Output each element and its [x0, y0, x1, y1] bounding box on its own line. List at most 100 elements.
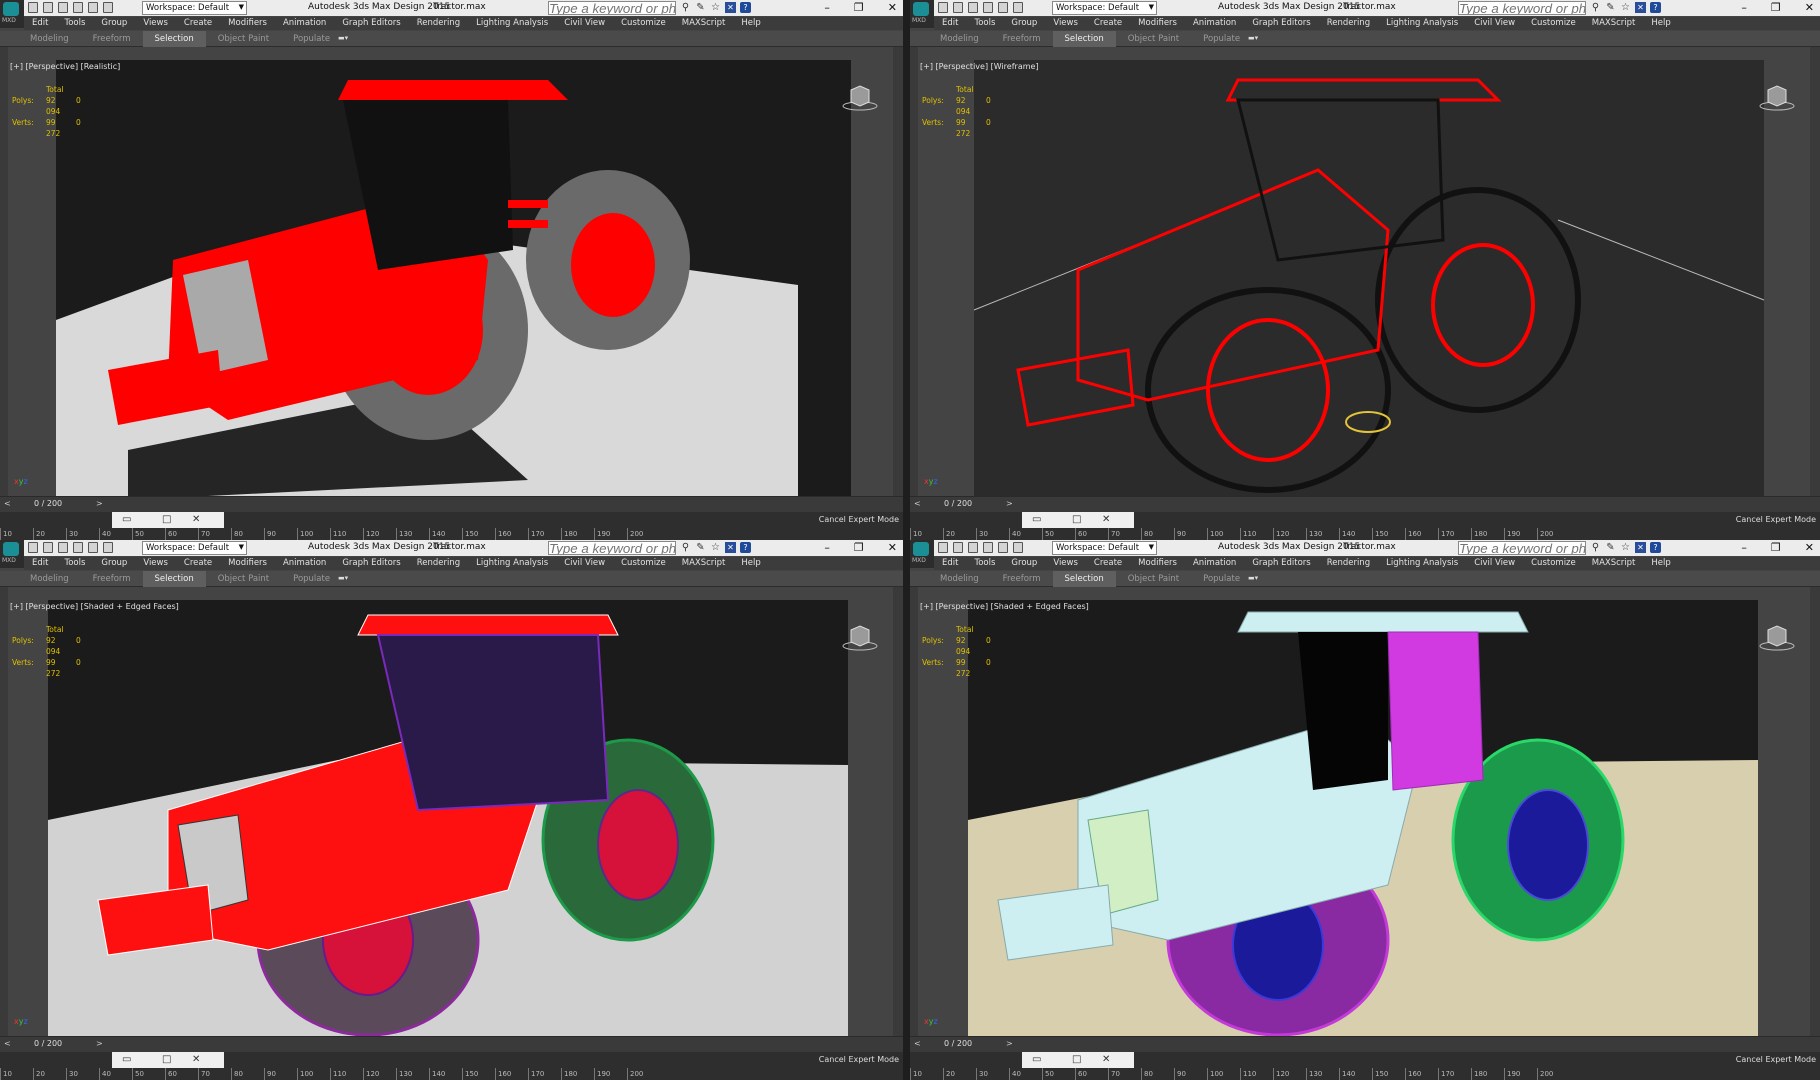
- menu-rendering[interactable]: Rendering: [1327, 557, 1370, 570]
- menu-animation[interactable]: Animation: [1193, 557, 1236, 570]
- tab-object-paint[interactable]: Object Paint: [1116, 571, 1191, 587]
- menu-create[interactable]: Create: [184, 17, 212, 30]
- time-slider-prev[interactable]: <: [4, 1039, 11, 1048]
- cancel-expert-mode-button[interactable]: Cancel Expert Mode: [819, 515, 899, 524]
- menu-civil-view[interactable]: Civil View: [564, 557, 605, 570]
- tab-freeform[interactable]: Freeform: [991, 31, 1053, 47]
- menu-create[interactable]: Create: [1094, 17, 1122, 30]
- app-logo[interactable]: MXD: [910, 540, 934, 568]
- help-icon[interactable]: ?: [1650, 2, 1661, 13]
- menu-maxscript[interactable]: MAXScript: [1592, 17, 1636, 30]
- time-slider[interactable]: 0 / 200 < >: [0, 496, 903, 512]
- viewport-label[interactable]: [+] [Perspective] [Realistic]: [10, 62, 120, 71]
- favorites-icon[interactable]: ☆: [710, 542, 721, 553]
- menu-customize[interactable]: Customize: [1531, 557, 1576, 570]
- close-icon[interactable]: ✕: [888, 1, 897, 14]
- right-strip[interactable]: [893, 47, 903, 496]
- tools-icon[interactable]: ✎: [1605, 2, 1616, 13]
- app-logo[interactable]: MXD: [0, 540, 24, 568]
- viewcube-icon[interactable]: [1758, 624, 1796, 652]
- favorites-icon[interactable]: ☆: [1620, 2, 1631, 13]
- tab-selection[interactable]: Selection: [142, 31, 206, 47]
- tab-modeling[interactable]: Modeling: [18, 571, 81, 587]
- viewcube-icon[interactable]: [841, 624, 879, 652]
- mini-listener[interactable]: ▭ □ ✕: [112, 512, 224, 528]
- viewport-label[interactable]: [+] [Perspective] [Shaded + Edged Faces]: [10, 602, 179, 611]
- mini-listener[interactable]: ▭ □ ✕: [112, 1052, 224, 1068]
- tools-icon[interactable]: ✎: [695, 2, 706, 13]
- trackbar[interactable]: ▭ □ ✕ 10 20 30 40 50 60 70 80 90 100 110 120 130 140 150…: [0, 512, 903, 540]
- viewport-shaded-edged-right[interactable]: [+] [Perspective] [Shaded + Edged Faces]…: [918, 600, 1810, 1036]
- redo-icon[interactable]: [88, 2, 98, 13]
- menu-graph-editors[interactable]: Graph Editors: [342, 17, 400, 30]
- menu-rendering[interactable]: Rendering: [417, 557, 460, 570]
- menu-views[interactable]: Views: [143, 17, 168, 30]
- redo-icon[interactable]: [998, 542, 1008, 553]
- menu-maxscript[interactable]: MAXScript: [1592, 557, 1636, 570]
- restore-icon[interactable]: ❐: [854, 541, 864, 554]
- menu-tools[interactable]: Tools: [974, 557, 995, 570]
- save-file-icon[interactable]: [58, 2, 68, 13]
- close-search-icon[interactable]: ✕: [725, 2, 736, 13]
- close-icon[interactable]: ✕: [1805, 541, 1814, 554]
- undo-icon[interactable]: [73, 2, 83, 13]
- menu-views[interactable]: Views: [1053, 17, 1078, 30]
- minimize-icon[interactable]: –: [1741, 541, 1747, 554]
- time-slider-prev[interactable]: <: [4, 499, 11, 508]
- menu-animation[interactable]: Animation: [283, 17, 326, 30]
- restore-icon[interactable]: ❐: [1771, 1, 1781, 14]
- time-slider[interactable]: 0 / 200 < >: [910, 1036, 1820, 1052]
- menu-rendering[interactable]: Rendering: [417, 17, 460, 30]
- menu-edit[interactable]: Edit: [32, 557, 48, 570]
- viewport-shaded-edged-left[interactable]: [+] [Perspective] [Shaded + Edged Faces]…: [8, 600, 893, 1036]
- right-strip[interactable]: [1810, 587, 1820, 1036]
- menu-lighting-analysis[interactable]: Lighting Analysis: [1386, 17, 1458, 30]
- viewcube-icon[interactable]: [1758, 84, 1796, 112]
- menu-modifiers[interactable]: Modifiers: [228, 17, 267, 30]
- menu-group[interactable]: Group: [101, 17, 127, 30]
- menu-edit[interactable]: Edit: [942, 17, 958, 30]
- close-icon[interactable]: ✕: [1805, 1, 1814, 14]
- minimize-icon[interactable]: –: [1741, 1, 1747, 14]
- tab-object-paint[interactable]: Object Paint: [206, 571, 281, 587]
- menu-help[interactable]: Help: [1651, 17, 1670, 30]
- menu-animation[interactable]: Animation: [283, 557, 326, 570]
- app-logo[interactable]: MXD: [910, 0, 934, 28]
- menu-customize[interactable]: Customize: [1531, 17, 1576, 30]
- ribbon-options-icon[interactable]: ▬▾: [338, 34, 354, 44]
- tab-modeling[interactable]: Modeling: [18, 31, 81, 47]
- save-file-icon[interactable]: [968, 2, 978, 13]
- menu-group[interactable]: Group: [101, 557, 127, 570]
- tab-populate[interactable]: Populate: [1191, 31, 1252, 47]
- menu-help[interactable]: Help: [1651, 557, 1670, 570]
- trackbar[interactable]: ▭ □ ✕ 10 20 30 40 50 60 70 80 90 100 110 120 130 140 150…: [910, 512, 1820, 540]
- restore-icon[interactable]: ❐: [1771, 541, 1781, 554]
- tab-freeform[interactable]: Freeform: [81, 31, 143, 47]
- menu-lighting-analysis[interactable]: Lighting Analysis: [476, 557, 548, 570]
- new-file-icon[interactable]: [938, 2, 948, 13]
- tab-selection[interactable]: Selection: [1052, 571, 1116, 587]
- time-slider[interactable]: 0 / 200 < >: [910, 496, 1820, 512]
- help-icon[interactable]: ?: [1650, 542, 1661, 553]
- close-search-icon[interactable]: ✕: [1635, 542, 1646, 553]
- redo-icon[interactable]: [88, 542, 98, 553]
- menu-lighting-analysis[interactable]: Lighting Analysis: [476, 17, 548, 30]
- ribbon-options-icon[interactable]: ▬▾: [1248, 34, 1264, 44]
- menu-edit[interactable]: Edit: [32, 17, 48, 30]
- open-file-icon[interactable]: [953, 542, 963, 553]
- menu-tools[interactable]: Tools: [974, 17, 995, 30]
- menu-tools[interactable]: Tools: [64, 17, 85, 30]
- menu-views[interactable]: Views: [1053, 557, 1078, 570]
- time-slider-next[interactable]: >: [1006, 499, 1013, 508]
- menu-maxscript[interactable]: MAXScript: [682, 557, 726, 570]
- time-slider-prev[interactable]: <: [914, 499, 921, 508]
- menu-tools[interactable]: Tools: [64, 557, 85, 570]
- search-input[interactable]: [548, 1, 676, 15]
- favorites-icon[interactable]: ☆: [710, 2, 721, 13]
- menu-group[interactable]: Group: [1011, 557, 1037, 570]
- mini-listener[interactable]: ▭ □ ✕: [1022, 512, 1134, 528]
- tools-icon[interactable]: ✎: [695, 542, 706, 553]
- menu-views[interactable]: Views: [143, 557, 168, 570]
- menu-graph-editors[interactable]: Graph Editors: [342, 557, 400, 570]
- mini-listener[interactable]: ▭ □ ✕: [1022, 1052, 1134, 1068]
